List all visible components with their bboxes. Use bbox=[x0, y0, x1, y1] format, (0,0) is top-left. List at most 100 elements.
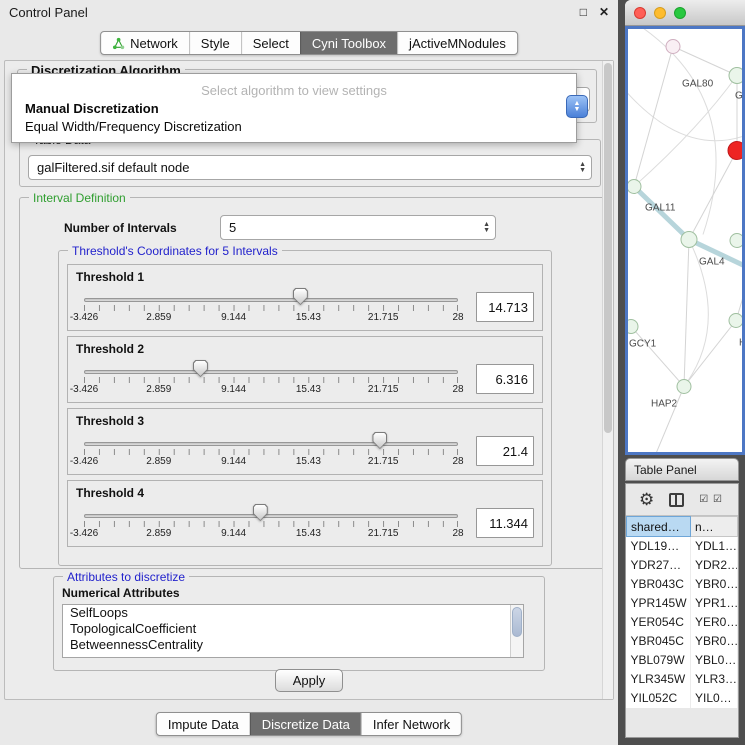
network-node[interactable] bbox=[681, 232, 697, 248]
list-scrollbar-thumb[interactable] bbox=[512, 607, 522, 637]
tab-network[interactable]: Network bbox=[101, 32, 189, 54]
threshold-slider[interactable]: -3.4262.8599.14415.4321.71528 bbox=[76, 358, 466, 400]
network-canvas[interactable]: GAL80GAL11GAL4GCY1HAP2GAH bbox=[625, 26, 745, 455]
threshold-value-field[interactable]: 14.713 bbox=[476, 292, 534, 322]
table-row[interactable]: YBL079WYBL0… bbox=[627, 651, 738, 670]
network-node[interactable] bbox=[677, 380, 691, 394]
number-of-intervals-combobox[interactable]: 5 ▲▼ bbox=[220, 215, 496, 240]
control-panel-titlebar[interactable]: Control Panel □ ✕ bbox=[0, 0, 618, 24]
tab-discretize-data[interactable]: Discretize Data bbox=[250, 713, 361, 735]
table-cell[interactable]: YDL19… bbox=[627, 537, 691, 556]
attribute-item[interactable]: BetweennessCentrality bbox=[63, 637, 523, 653]
panel-scrollbar[interactable] bbox=[602, 61, 613, 699]
tab-infer-network[interactable]: Infer Network bbox=[361, 713, 461, 735]
table-cell[interactable]: YBR043C bbox=[627, 575, 691, 594]
network-edge[interactable] bbox=[631, 327, 684, 387]
numerical-attributes-list[interactable]: SelfLoopsTopologicalCoefficientBetweenne… bbox=[62, 604, 524, 658]
close-window-icon[interactable]: ✕ bbox=[599, 5, 609, 19]
slider-track[interactable] bbox=[84, 442, 458, 446]
slider-thumb[interactable] bbox=[293, 288, 308, 305]
threshold-value-field[interactable]: 6.316 bbox=[476, 364, 534, 394]
table-data-combobox[interactable]: galFiltered.sif default node ▲▼ bbox=[28, 155, 592, 180]
network-icon bbox=[112, 37, 125, 50]
table-row[interactable]: YDR27…YDR2… bbox=[627, 556, 738, 575]
settings-gear-icon[interactable]: ⚙ bbox=[639, 491, 654, 508]
network-window-titlebar[interactable] bbox=[625, 0, 745, 26]
column-header[interactable]: n… bbox=[691, 517, 738, 537]
table-cell[interactable]: YPR145W bbox=[627, 594, 691, 613]
table-row[interactable]: YER054CYER0… bbox=[627, 613, 738, 632]
table-row[interactable]: YBR043CYBR0… bbox=[627, 575, 738, 594]
network-node[interactable] bbox=[628, 320, 638, 334]
table-row[interactable]: YIL052CYIL0… bbox=[627, 689, 738, 708]
table-cell[interactable]: YBR0… bbox=[691, 632, 738, 651]
table-cell[interactable]: YDR27… bbox=[627, 556, 691, 575]
panel-scrollbar-thumb[interactable] bbox=[604, 63, 612, 433]
apply-button[interactable]: Apply bbox=[275, 669, 343, 692]
table-cell[interactable]: YIL0… bbox=[691, 689, 738, 708]
slider-track[interactable] bbox=[84, 370, 458, 374]
network-edge[interactable] bbox=[684, 240, 689, 387]
table-cell[interactable]: YBL079W bbox=[627, 651, 691, 670]
network-node[interactable] bbox=[729, 314, 742, 328]
table-row[interactable]: YDL19…YDL1… bbox=[627, 537, 738, 556]
table-cell[interactable]: YLR3… bbox=[691, 670, 738, 689]
float-window-icon[interactable]: □ bbox=[580, 5, 587, 19]
attribute-items: SelfLoopsTopologicalCoefficientBetweenne… bbox=[63, 605, 523, 653]
table-cell[interactable]: YDR2… bbox=[691, 556, 738, 575]
minimize-button[interactable] bbox=[654, 7, 666, 19]
column-header[interactable]: shared… bbox=[627, 517, 691, 537]
table-cell[interactable]: YIL052C bbox=[627, 689, 691, 708]
network-edge[interactable] bbox=[634, 47, 673, 187]
table-cell[interactable]: YBR045C bbox=[627, 632, 691, 651]
threshold-slider[interactable]: -3.4262.8599.14415.4321.71528 bbox=[76, 286, 466, 328]
table-cell[interactable]: YER0… bbox=[691, 613, 738, 632]
network-edge[interactable] bbox=[684, 321, 736, 387]
table-row[interactable]: YBR045CYBR0… bbox=[627, 632, 738, 651]
table-cell[interactable]: YDL1… bbox=[691, 537, 738, 556]
table-cell[interactable]: YBR0… bbox=[691, 575, 738, 594]
attribute-item[interactable]: TopologicalCoefficient bbox=[63, 621, 523, 637]
table-cell[interactable]: YLR345W bbox=[627, 670, 691, 689]
network-edge[interactable] bbox=[689, 151, 737, 240]
table-cell[interactable]: YER054C bbox=[627, 613, 691, 632]
columns-icon[interactable] bbox=[669, 493, 684, 507]
network-view-window: GAL80GAL11GAL4GCY1HAP2GAH bbox=[625, 0, 745, 455]
algorithm-option[interactable]: Manual Discretization bbox=[12, 100, 576, 118]
threshold-value-field[interactable]: 21.4 bbox=[476, 436, 534, 466]
network-node[interactable] bbox=[729, 68, 742, 84]
tab-cyni-toolbox[interactable]: Cyni Toolbox bbox=[300, 32, 397, 54]
slider-thumb[interactable] bbox=[193, 360, 208, 377]
column-checkbox-icons[interactable]: ☑ ☑ bbox=[699, 494, 723, 505]
tab-impute-data[interactable]: Impute Data bbox=[157, 713, 250, 735]
zoom-button[interactable] bbox=[674, 7, 686, 19]
network-edge[interactable] bbox=[656, 387, 684, 453]
tab-label: Infer Network bbox=[373, 717, 450, 732]
table-panel-titlebar[interactable]: Table Panel bbox=[625, 458, 739, 481]
combobox-stepper-icon[interactable]: ▲▼ bbox=[566, 95, 588, 118]
slider-track[interactable] bbox=[84, 298, 458, 302]
tab-style[interactable]: Style bbox=[189, 32, 241, 54]
network-node[interactable] bbox=[666, 40, 680, 54]
close-button[interactable] bbox=[634, 7, 646, 19]
slider-track[interactable] bbox=[84, 514, 458, 518]
tab-select[interactable]: Select bbox=[241, 32, 300, 54]
threshold-slider[interactable]: -3.4262.8599.14415.4321.71528 bbox=[76, 430, 466, 472]
table-row[interactable]: YLR345WYLR3… bbox=[627, 670, 738, 689]
network-node[interactable] bbox=[628, 180, 641, 194]
table-cell[interactable]: YPR1… bbox=[691, 594, 738, 613]
list-scrollbar[interactable] bbox=[510, 605, 523, 657]
network-node[interactable] bbox=[730, 234, 742, 248]
attribute-item[interactable]: SelfLoops bbox=[63, 605, 523, 621]
table-cell[interactable]: YBL0… bbox=[691, 651, 738, 670]
threshold-value-field[interactable]: 11.344 bbox=[476, 508, 534, 538]
algorithm-option[interactable]: Equal Width/Frequency Discretization bbox=[12, 118, 576, 136]
table-row[interactable]: YPR145WYPR1… bbox=[627, 594, 738, 613]
network-node[interactable] bbox=[728, 142, 742, 160]
network-graph[interactable]: GAL80GAL11GAL4GCY1HAP2GAH bbox=[628, 29, 742, 452]
threshold-slider[interactable]: -3.4262.8599.14415.4321.71528 bbox=[76, 502, 466, 544]
slider-thumb[interactable] bbox=[372, 432, 387, 449]
network-edge[interactable] bbox=[673, 47, 737, 76]
tab-jactivemnodules[interactable]: jActiveMNodules bbox=[397, 32, 517, 54]
slider-thumb[interactable] bbox=[253, 504, 268, 521]
